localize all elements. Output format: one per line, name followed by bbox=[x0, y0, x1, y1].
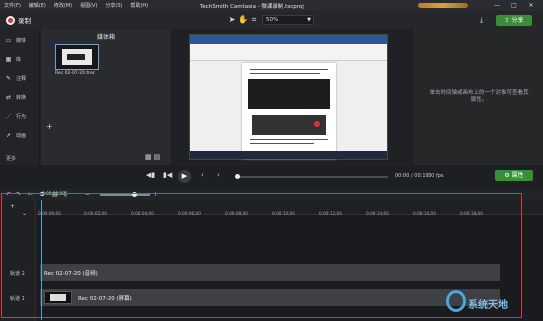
annotations-icon: ✎ bbox=[5, 74, 12, 82]
tools-sidebar: ▭ 媒体 ▦ 库 ✎ 注释 ⇄ 转换 ⋰ 行为 ➚ 动画 更多 bbox=[0, 29, 40, 165]
sidebar-item-label: 媒体 bbox=[16, 37, 27, 44]
add-icon[interactable]: + bbox=[46, 122, 53, 131]
sidebar-item-label: 注释 bbox=[16, 75, 27, 82]
maximize-button[interactable]: □ bbox=[507, 1, 521, 10]
watermark-text: 系统天地 bbox=[468, 300, 508, 311]
account-name-blurred[interactable] bbox=[418, 3, 468, 8]
main-toolbar: 录制 ➤ ✋ ⌗ 50% ▼ ⤓ ⇪ 分享 bbox=[0, 11, 543, 29]
sidebar-item-animations[interactable]: ➚ 动画 bbox=[4, 129, 38, 141]
more-button[interactable]: 更多 bbox=[6, 155, 16, 162]
menu-help[interactable]: 帮助(H) bbox=[130, 2, 148, 9]
close-button[interactable]: ✕ bbox=[524, 1, 538, 10]
pointer-icon[interactable]: ➤ bbox=[227, 15, 237, 25]
download-icon[interactable]: ⤓ bbox=[480, 16, 488, 24]
play-button[interactable]: ▶ bbox=[178, 170, 191, 183]
step-back-icon[interactable]: ◀▮ bbox=[146, 171, 155, 179]
canvas-preview[interactable] bbox=[189, 34, 388, 160]
thumbnail-preview-dark bbox=[67, 54, 85, 60]
sidebar-item-label: 库 bbox=[16, 56, 22, 63]
media-icon: ▭ bbox=[5, 36, 12, 44]
sidebar-item-transitions[interactable]: ⇄ 转换 bbox=[4, 91, 38, 103]
minimize-button[interactable]: — bbox=[490, 1, 504, 10]
sidebar-item-behaviors[interactable]: ⋰ 行为 bbox=[4, 110, 38, 122]
menu-bar: 文件(F) 编辑(E) 修改(M) 视图(V) 分享(S) 帮助(H) Tech… bbox=[0, 0, 543, 11]
media-bin: 媒体箱 Rec 02-07-20.trec ▦▤ bbox=[41, 29, 171, 165]
menu-modify[interactable]: 修改(M) bbox=[54, 2, 72, 9]
hand-icon[interactable]: ✋ bbox=[238, 15, 248, 25]
preview-text-line bbox=[250, 139, 328, 141]
menu-view[interactable]: 视图(V) bbox=[80, 2, 97, 9]
preview-ribbon bbox=[190, 44, 387, 61]
sidebar-item-label: 行为 bbox=[16, 113, 27, 120]
properties-panel: 单击时间轴或画布上的一个对象可查看其属性。 bbox=[413, 29, 543, 165]
zoom-value: 50% bbox=[266, 17, 279, 23]
view-toggle-icons[interactable]: ▦▤ bbox=[145, 153, 162, 161]
time-readout: 00:00 / 00:19 bbox=[395, 173, 429, 179]
menu-file[interactable]: 文件(F) bbox=[4, 2, 21, 9]
preview-title-bar bbox=[190, 35, 387, 44]
share-label: 分享 bbox=[511, 17, 524, 24]
watermark: 系统天地 bbox=[440, 287, 540, 317]
media-thumbnail[interactable] bbox=[55, 44, 99, 70]
zoom-select[interactable]: 50% ▼ bbox=[262, 15, 314, 25]
playback-controls: ◀▮ ▮◀ ▶ ‹ › 00:00 / 00:19 30 fps ⚙ 属性 bbox=[0, 165, 543, 188]
scrub-track[interactable] bbox=[236, 176, 388, 178]
share-button[interactable]: ⇪ 分享 bbox=[496, 15, 532, 26]
prev-frame-icon[interactable]: ‹ bbox=[201, 171, 204, 179]
canvas-area[interactable] bbox=[172, 29, 412, 165]
scrub-handle[interactable] bbox=[235, 174, 240, 179]
preview-text-line bbox=[250, 69, 328, 71]
record-button[interactable]: 录制 bbox=[6, 15, 31, 25]
media-clip-name: Rec 02-07-20.trec bbox=[55, 71, 96, 76]
sidebar-item-label: 动画 bbox=[16, 132, 27, 139]
media-bin-title: 媒体箱 bbox=[96, 34, 115, 41]
animations-icon: ➚ bbox=[5, 131, 12, 139]
menu-share[interactable]: 分享(S) bbox=[105, 2, 122, 9]
preview-record-icon bbox=[314, 121, 320, 127]
properties-label: 属性 bbox=[511, 172, 524, 179]
rewind-icon[interactable]: ▮◀ bbox=[163, 171, 172, 179]
preview-text-line bbox=[250, 73, 320, 75]
transitions-icon: ⇄ bbox=[5, 93, 12, 101]
preview-text-line bbox=[250, 143, 314, 145]
preview-document-page bbox=[242, 63, 336, 159]
menu-edit[interactable]: 编辑(E) bbox=[29, 2, 46, 9]
crop-icon[interactable]: ⌗ bbox=[249, 15, 259, 25]
chevron-down-icon: ▼ bbox=[307, 17, 311, 23]
next-frame-icon[interactable]: › bbox=[217, 171, 220, 179]
preview-embedded-screenshot bbox=[248, 79, 330, 109]
sidebar-item-annotations[interactable]: ✎ 注释 bbox=[4, 72, 38, 84]
properties-hint: 单击时间轴或画布上的一个对象可查看其属性。 bbox=[429, 90, 529, 103]
record-icon bbox=[6, 15, 15, 25]
library-icon: ▦ bbox=[5, 55, 12, 63]
sidebar-item-media[interactable]: ▭ 媒体 bbox=[4, 34, 38, 46]
sidebar-item-library[interactable]: ▦ 库 bbox=[4, 53, 38, 65]
behaviors-icon: ⋰ bbox=[5, 112, 12, 120]
preview-taskbar bbox=[190, 151, 387, 159]
fps-readout: 30 fps bbox=[428, 173, 444, 179]
watermark-logo-icon bbox=[446, 290, 466, 312]
sidebar-item-label: 转换 bbox=[16, 94, 27, 101]
properties-button[interactable]: ⚙ 属性 bbox=[495, 170, 533, 181]
record-label: 录制 bbox=[18, 17, 31, 25]
window-title: TechSmith Camtasia - 微课录制.tscproj bbox=[200, 4, 304, 10]
